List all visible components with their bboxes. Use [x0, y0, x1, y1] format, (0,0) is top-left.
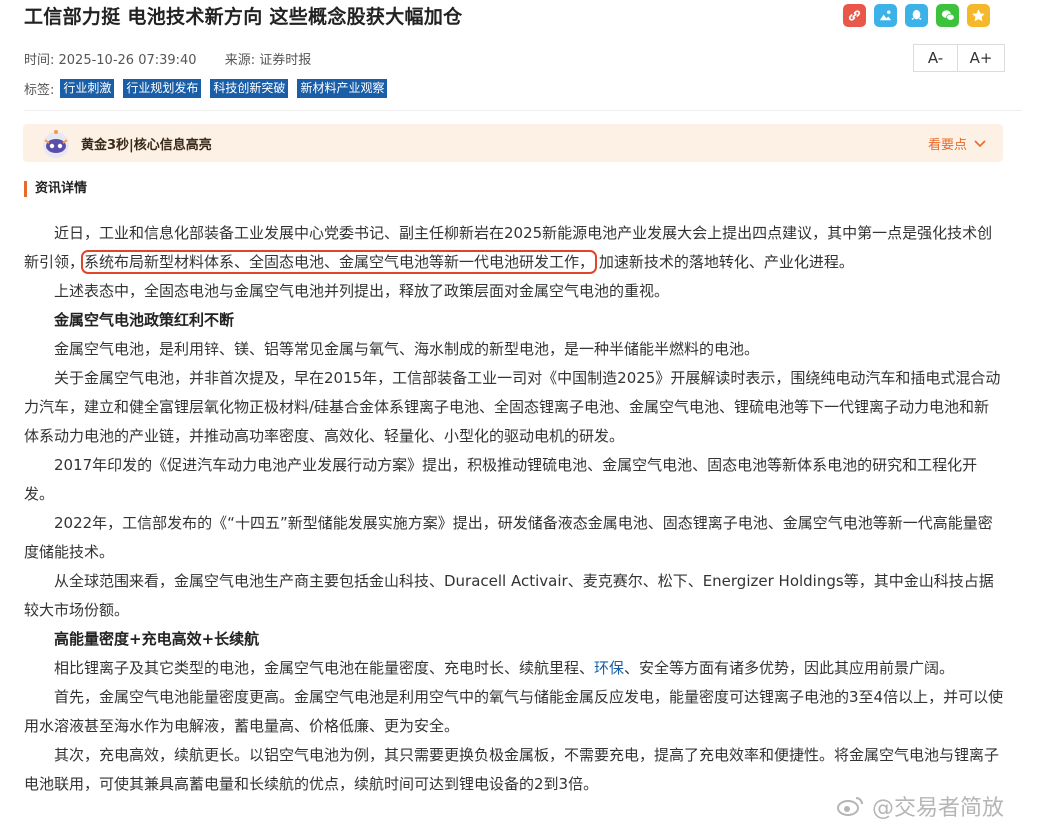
view-key-points-button[interactable]: 看要点 [928, 134, 987, 153]
tag-item[interactable]: 行业规划发布 [123, 79, 202, 98]
paragraph: 从全球范围来看，金属空气电池生产商主要包括金山科技、Duracell Activ… [24, 572, 994, 619]
paragraph: 上述表态中，全固态电池与金属空气电池并列提出，释放了政策层面对金属空气电池的重视… [54, 282, 670, 300]
paragraph-text: 相比锂离子及其它类型的电池，金属空气电池在能量密度、充电时长、续航里程、 [54, 659, 595, 677]
wechat-icon[interactable] [936, 4, 959, 27]
qq-icon[interactable] [905, 4, 928, 27]
font-increase-button[interactable]: A+ [958, 44, 1005, 72]
key-info-banner: 黄金3秒|核心信息高亮 看要点 [23, 124, 1003, 162]
tag-list: 标签: 行业刺激 行业规划发布 科技创新突破 新材料产业观察 [24, 79, 396, 98]
paragraph-text: 加速新技术的落地转化、产业化进程。 [598, 253, 854, 271]
publish-time: 时间: 2025-10-26 07:39:40 [24, 53, 197, 68]
favorite-icon[interactable] [967, 4, 990, 27]
paragraph: 关于金属空气电池，并非首次提及，早在2015年，工信部装备工业一司对《中国制造2… [24, 369, 1001, 445]
tags-label: 标签: [24, 83, 55, 98]
weibo-icon [837, 797, 863, 816]
article-title: 工信部力挺 电池技术新方向 这些概念股获大幅加仓 [24, 6, 463, 28]
qzone-icon[interactable] [874, 4, 897, 27]
link-icon[interactable] [843, 4, 866, 27]
paragraph-text: 、安全等方面有诸多优势，因此其应用前景广阔。 [624, 659, 955, 677]
tag-item[interactable]: 行业刺激 [60, 79, 115, 98]
paragraph: 首先，金属空气电池能量密度更高。金属空气电池是利用空气中的氧气与储能金属反应发电… [24, 688, 1004, 735]
robot-mascot-icon [43, 130, 69, 158]
subheading: 高能量密度+充电高效+长续航 [54, 630, 260, 648]
paragraph: 2022年，工信部发布的《“十四五”新型储能发展实施方案》提出，研发储备液态金属… [24, 514, 993, 561]
tag-item[interactable]: 新材料产业观察 [297, 79, 388, 98]
share-bar [843, 4, 990, 27]
paragraph: 2017年印发的《促进汽车动力电池产业发展行动方案》提出，积极推动锂硫电池、金属… [24, 456, 978, 503]
article-meta: 时间: 2025-10-26 07:39:40 来源: 证券时报 [24, 49, 335, 68]
view-key-points-label: 看要点 [927, 138, 967, 153]
divider [24, 110, 1022, 111]
chevron-down-icon [974, 139, 986, 147]
article-source: 来源: 证券时报 [224, 53, 312, 68]
watermark-text: @交易者简放 [872, 796, 1005, 821]
article-body: 近日，工业和信息化部装备工业发展中心党委书记、副主任柳新岩在2025新能源电池产… [24, 219, 1004, 799]
environment-link[interactable]: 环保 [594, 659, 624, 677]
section-title: 资讯详情 [24, 181, 87, 197]
highlighted-text: 系统布局新型材料体系、全固态电池、金属空气电池等新一代电池研发工作， [81, 250, 598, 274]
subheading: 金属空气电池政策红利不断 [54, 311, 235, 329]
paragraph: 近日，工业和信息化部装备工业发展中心党委书记、副主任柳新岩在2025新能源电池产… [24, 219, 1004, 277]
watermark: @交易者简放 [836, 790, 1004, 822]
banner-title: 黄金3秒|核心信息高亮 [81, 138, 212, 153]
paragraph: 相比锂离子及其它类型的电池，金属空气电池在能量密度、充电时长、续航里程、环保、安… [24, 654, 1004, 683]
font-size-controls: A- A+ [913, 44, 1005, 72]
paragraph: 金属空气电池，是利用锌、镁、铝等常见金属与氧气、海水制成的新型电池，是一种半储能… [54, 340, 760, 358]
font-decrease-button[interactable]: A- [913, 44, 958, 72]
tag-item[interactable]: 科技创新突破 [210, 79, 289, 98]
